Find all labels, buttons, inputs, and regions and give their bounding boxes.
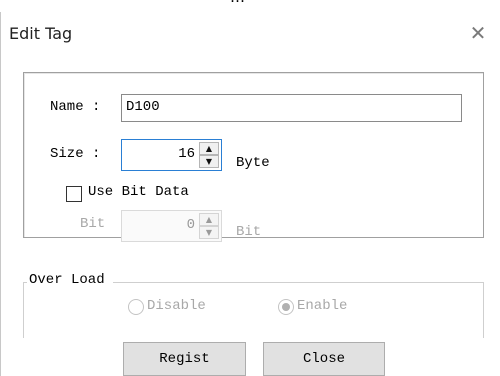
bit-up-arrow-icon[interactable]: ▲ — [199, 213, 219, 226]
bit-unit-label: Bit — [236, 224, 262, 240]
disable-label: Disable — [147, 298, 206, 314]
enable-radio[interactable] — [278, 299, 294, 315]
disable-radio[interactable] — [128, 299, 144, 315]
size-label: Size : — [50, 146, 101, 162]
name-label: Name : — [50, 99, 101, 115]
close-button[interactable]: Close — [263, 342, 385, 376]
top-cropped-strip: … — [0, 0, 500, 12]
bit-down-arrow-icon[interactable]: ▼ — [199, 226, 219, 239]
close-icon[interactable]: ✕ — [467, 22, 489, 44]
size-stepper[interactable]: 16 ▲ ▼ — [121, 139, 222, 171]
size-unit-label: Byte — [236, 155, 270, 171]
use-bit-data-checkbox[interactable] — [66, 186, 82, 202]
name-field[interactable]: D100 — [121, 94, 462, 122]
bit-value: 0 — [186, 217, 195, 233]
regist-button[interactable]: Regist — [123, 342, 246, 376]
bit-stepper[interactable]: 0 ▲ ▼ — [121, 210, 222, 242]
size-up-arrow-icon[interactable]: ▲ — [199, 142, 219, 155]
overload-group — [23, 282, 484, 338]
dialog-title: Edit Tag — [9, 24, 73, 43]
edit-tag-dialog: Edit Tag ✕ Name : D100 Size : 16 ▲ ▼ Byt… — [0, 12, 500, 376]
bit-label: Bit — [80, 216, 106, 232]
top-cropped-text: … — [230, 0, 245, 5]
use-bit-data-label: Use Bit Data — [88, 184, 189, 200]
size-value: 16 — [178, 146, 195, 162]
size-down-arrow-icon[interactable]: ▼ — [199, 155, 219, 168]
title-bar: Edit Tag ✕ — [1, 12, 500, 52]
enable-label: Enable — [297, 298, 348, 314]
tag-settings-group: Name : D100 Size : 16 ▲ ▼ Byte Use Bit D… — [23, 72, 484, 242]
